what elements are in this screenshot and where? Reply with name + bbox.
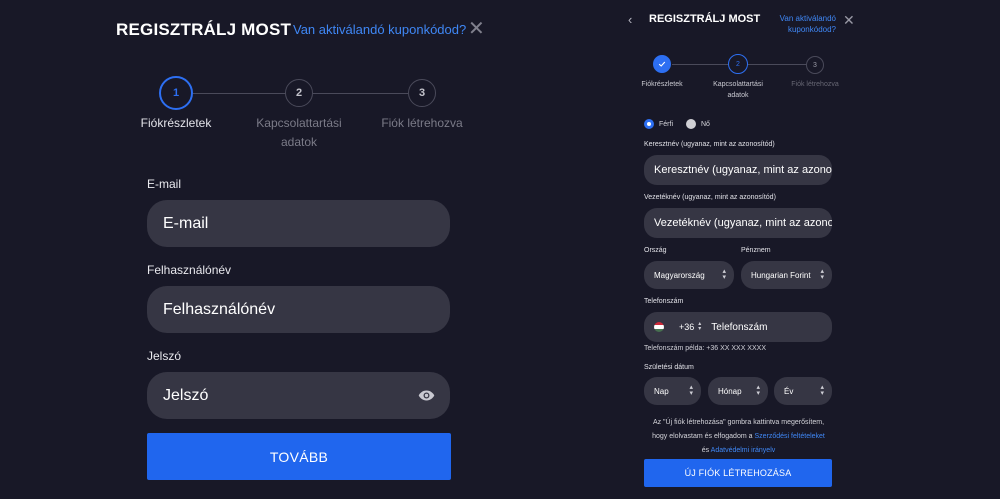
create-account-button[interactable]: ÚJ FIÓK LÉTREHOZÁSA [644,459,832,487]
username-field[interactable]: Felhasználónév [147,286,450,333]
country-label: Ország [644,247,667,254]
step-3-indicator-mobile: 3 [806,56,824,74]
coupon-link-mobile[interactable]: Van aktiválandó kuponkódod? [775,13,836,35]
country-select[interactable]: Magyarország ▴ ▾ [644,261,734,289]
eye-icon[interactable] [418,387,435,404]
stepper-line [747,64,807,65]
sort-arrows-icon: ▴ ▾ [689,384,693,397]
password-placeholder: Jelszó [163,386,209,404]
privacy-link[interactable]: Adatvédelmi irányelv [711,447,776,454]
step-2-label-line2: adatok [727,92,749,99]
sort-arrows-icon: ▴ ▾ [722,268,726,281]
step-2-indicator: 2 [285,79,313,107]
consent-line3: és Adatvédelmi irányelv [644,444,833,458]
birth-year-value: Év [784,386,794,396]
hungary-flag-icon [654,322,664,332]
username-label: Felhasználónév [147,263,232,277]
currency-label: Pénznem [741,247,771,254]
phone-field[interactable]: +36 ▴ ▾ Telefonszám [644,312,832,342]
step-1-label-mobile: Fiókrészletek [641,81,683,88]
phone-code-select[interactable]: +36 ▴ ▾ [679,321,702,332]
terms-link[interactable]: Szerződési feltételeket [754,433,824,440]
last-name-label: Vezetéknév (ugyanaz, mint az azonosítód) [644,194,776,201]
email-label: E-mail [147,177,182,191]
check-icon [658,61,666,67]
currency-select[interactable]: Hungarian Forint ▴ ▾ [741,261,832,289]
step-2-label-line1: Kapcsolattartási [256,116,342,130]
first-name-label: Keresztnév (ugyanaz, mint az azonosítód) [644,141,775,148]
page-title-mobile: REGISZTRÁLJ MOST [649,13,761,25]
gender-female-label: Nő [701,120,710,128]
coupon-link[interactable]: Van aktiválandó kuponkódod? [293,22,466,37]
radio-selected-icon [644,119,654,129]
currency-value: Hungarian Forint [751,270,811,280]
first-name-field[interactable]: Keresztnév (ugyanaz, mint az azonosítód) [644,155,832,185]
step-2-indicator-mobile: 2 [728,54,748,74]
birth-month-value: Hónap [718,386,742,396]
close-icon[interactable]: ✕ [843,12,855,29]
phone-hint: Telefonszám példa: +36 XX XXX XXXX [644,345,766,352]
birth-month-select[interactable]: Hónap ▴ ▾ [708,377,768,405]
password-field[interactable]: Jelszó [147,372,450,419]
birth-date-label: Születési dátum [644,364,694,371]
consent-line3-text: és [701,447,711,454]
page-title: REGISZTRÁLJ MOST [116,20,292,39]
coupon-link-line1: Van aktiválandó [779,14,836,23]
gender-radio-female[interactable]: Nő [686,119,710,129]
step-2-label-line2: adatok [280,135,318,149]
step-2-label-line1: Kapcsolattartási [713,81,763,88]
sort-arrows-icon: ▴ ▾ [698,321,702,332]
chevron-left-icon[interactable]: ‹ [628,12,632,27]
phone-placeholder: Telefonszám [711,321,768,333]
next-button[interactable]: TOVÁBB [147,433,451,480]
consent-line2: hogy elolvastam és elfogadom a Szerződés… [644,430,833,444]
close-icon[interactable]: ✕ [468,19,485,39]
step-2-label-mobile: Kapcsolattartási adatok [705,79,771,101]
gender-radio-male[interactable]: Férfi [644,119,673,129]
step-3-label-mobile: Fiók létrehozva [791,81,839,88]
radio-unselected-icon [686,119,696,129]
phone-label: Telefonszám [644,298,684,305]
consent-line1: Az "Új fiók létrehozása" gombra kattintv… [652,419,825,426]
password-label: Jelszó [147,349,182,363]
gender-male-label: Férfi [659,120,673,128]
registration-panel-desktop: REGISZTRÁLJ MOST Van aktiválandó kuponkó… [0,0,600,499]
stepper-line [193,93,286,94]
registration-panel-mobile: ‹ REGISZTRÁLJ MOST Van aktiválandó kupon… [600,0,1000,499]
step-1-label: Fiókrészletek [140,116,212,130]
last-name-field[interactable]: Vezetéknév (ugyanaz, mint az azonosítód) [644,208,832,238]
coupon-link-line2: kuponkódod? [787,25,836,34]
step-3-indicator: 3 [408,79,436,107]
sort-arrows-icon: ▴ ▾ [756,384,760,397]
country-value: Magyarország [654,270,705,280]
phone-code-value: +36 [679,322,695,332]
stepper-line [672,64,728,65]
consent-line2-text: hogy elolvastam és elfogadom a [652,433,755,440]
step-3-label: Fiók létrehozva [381,116,463,130]
birth-year-select[interactable]: Év ▴ ▾ [774,377,832,405]
birth-day-value: Nap [654,386,669,396]
sort-arrows-icon: ▴ ▾ [820,268,824,281]
step-2-label: Kapcsolattartási adatok [248,114,350,152]
step-1-indicator-mobile [653,55,671,73]
email-field[interactable]: E-mail [147,200,450,247]
stepper-line [313,93,408,94]
consent-text: Az "Új fiók létrehozása" gombra kattintv… [644,416,833,458]
birth-day-select[interactable]: Nap ▴ ▾ [644,377,701,405]
sort-arrows-icon: ▴ ▾ [820,384,824,397]
step-1-indicator: 1 [159,76,193,110]
